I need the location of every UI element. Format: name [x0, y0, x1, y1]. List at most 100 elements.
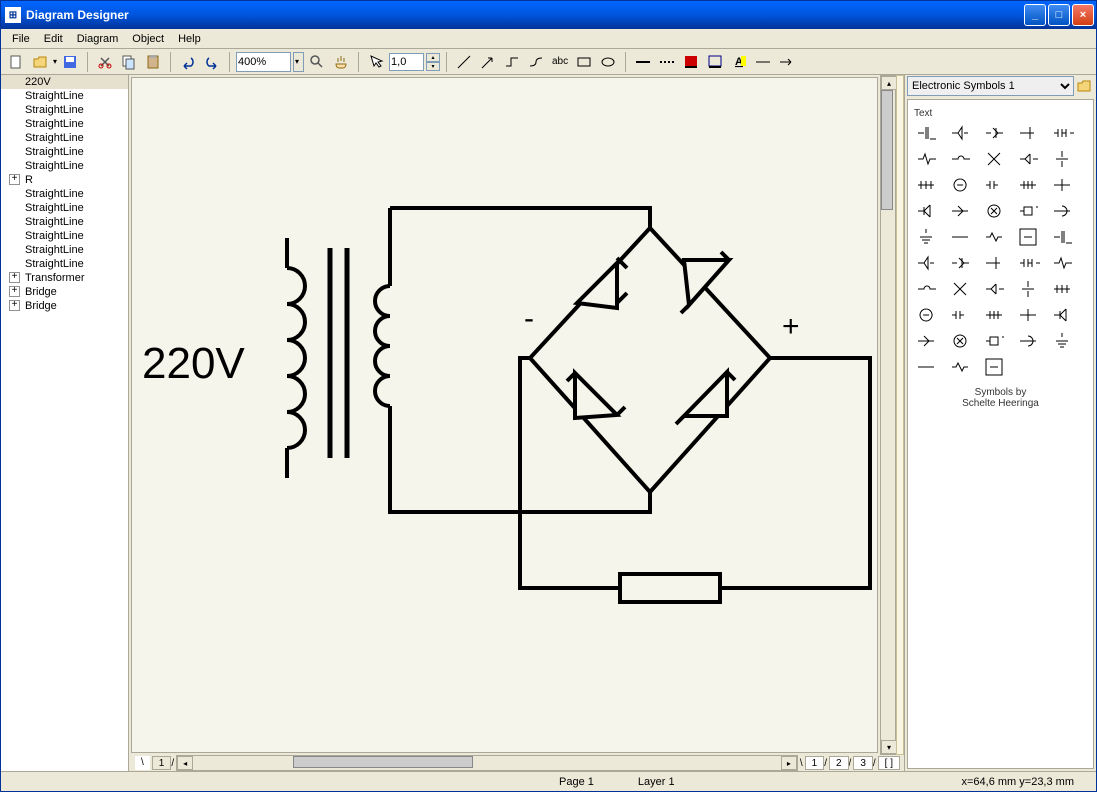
tree-item[interactable]: R [1, 173, 128, 187]
palette-symbol[interactable] [914, 305, 938, 325]
page-tab-1b[interactable]: 1 [805, 756, 825, 770]
palette-symbol[interactable] [914, 201, 938, 221]
spinner-down[interactable]: ▾ [426, 62, 440, 71]
copy-button[interactable] [118, 51, 140, 73]
page-tab-3[interactable]: 3 [853, 756, 873, 770]
maximize-button[interactable]: □ [1048, 4, 1070, 26]
canvas-v-scrollbar[interactable]: ▴ ▾ [880, 75, 896, 755]
palette-symbol[interactable] [1016, 279, 1040, 299]
menu-object[interactable]: Object [125, 31, 171, 47]
canvas-h-scrollbar[interactable]: ◂ ▸ [176, 755, 798, 771]
palette-symbol[interactable] [982, 279, 1006, 299]
palette-symbol[interactable] [1050, 331, 1074, 351]
ellipse-tool-button[interactable] [597, 51, 619, 73]
zoom-tool-button[interactable] [306, 51, 328, 73]
palette-symbol[interactable] [948, 357, 972, 377]
palette-symbol[interactable] [1050, 305, 1074, 325]
tree-item[interactable]: Transformer [1, 271, 128, 285]
palette-symbol[interactable] [982, 201, 1006, 221]
tree-item[interactable]: StraightLine [1, 187, 128, 201]
tree-item[interactable]: StraightLine [1, 257, 128, 271]
menu-help[interactable]: Help [171, 31, 208, 47]
palette-symbol[interactable] [948, 253, 972, 273]
fill-color-button[interactable] [680, 51, 702, 73]
line-tool-button[interactable] [453, 51, 475, 73]
palette-symbol[interactable] [914, 149, 938, 169]
palette-symbol[interactable] [1050, 149, 1074, 169]
page-tab-2[interactable]: 2 [829, 756, 849, 770]
tree-item[interactable]: StraightLine [1, 243, 128, 257]
tree-item[interactable]: Bridge [1, 285, 128, 299]
palette-symbol[interactable] [914, 253, 938, 273]
palette-symbol[interactable] [1016, 149, 1040, 169]
palette-symbol[interactable] [914, 123, 938, 143]
page-tab-add[interactable]: [ ] [878, 756, 900, 770]
page-tab-1[interactable]: 1 [152, 756, 172, 770]
palette-symbol[interactable] [982, 357, 1006, 377]
palette-symbol[interactable] [982, 331, 1006, 351]
page-tab-leading[interactable]: \ [135, 756, 150, 770]
palette-symbol[interactable] [948, 201, 972, 221]
palette-symbol[interactable] [914, 357, 938, 377]
palette-select[interactable]: Electronic Symbols 1 [907, 76, 1074, 96]
palette-symbol[interactable] [948, 123, 972, 143]
symbol-palette[interactable]: Text Symbols by Schelte Heeringa [907, 99, 1094, 769]
arrow-start-button[interactable] [752, 51, 774, 73]
open-button[interactable] [29, 51, 51, 73]
object-tree-panel[interactable]: 220VStraightLineStraightLineStraightLine… [1, 75, 129, 771]
palette-symbol[interactable] [914, 175, 938, 195]
new-button[interactable] [5, 51, 27, 73]
connector2-button[interactable] [525, 51, 547, 73]
zoom-select[interactable] [236, 52, 291, 72]
palette-symbol[interactable] [948, 175, 972, 195]
palette-symbol[interactable] [1050, 201, 1074, 221]
palette-symbol[interactable] [982, 149, 1006, 169]
tree-item[interactable]: StraightLine [1, 145, 128, 159]
menu-edit[interactable]: Edit [37, 31, 70, 47]
palette-symbol[interactable] [914, 227, 938, 247]
tree-item[interactable]: StraightLine [1, 229, 128, 243]
palette-symbol[interactable] [914, 331, 938, 351]
linestyle1-button[interactable] [632, 51, 654, 73]
palette-symbol[interactable] [914, 279, 938, 299]
palette-symbol[interactable] [982, 253, 1006, 273]
tree-item[interactable]: StraightLine [1, 103, 128, 117]
palette-symbol[interactable] [1016, 253, 1040, 273]
tree-item[interactable]: StraightLine [1, 159, 128, 173]
palette-symbol[interactable] [982, 123, 1006, 143]
palette-symbol[interactable] [1050, 175, 1074, 195]
line-color-button[interactable] [704, 51, 726, 73]
palette-symbol[interactable] [948, 149, 972, 169]
paste-button[interactable] [142, 51, 164, 73]
tree-item[interactable]: StraightLine [1, 215, 128, 229]
palette-symbol[interactable] [982, 305, 1006, 325]
tree-item[interactable]: StraightLine [1, 89, 128, 103]
rect-tool-button[interactable] [573, 51, 595, 73]
arrow-end-button[interactable] [776, 51, 798, 73]
undo-button[interactable] [177, 51, 199, 73]
spinner-up[interactable]: ▴ [426, 53, 440, 62]
palette-symbol[interactable] [948, 305, 972, 325]
palette-symbol[interactable] [1050, 279, 1074, 299]
canvas[interactable]: 220V - + [131, 77, 878, 753]
palette-symbol[interactable] [982, 227, 1006, 247]
tree-item[interactable]: 220V [1, 75, 128, 89]
palette-open-button[interactable] [1074, 76, 1094, 96]
collapsed-panel-handle[interactable] [896, 75, 904, 755]
palette-symbol[interactable] [1016, 201, 1040, 221]
pan-tool-button[interactable] [330, 51, 352, 73]
tree-item[interactable]: StraightLine [1, 201, 128, 215]
arrow-tool-button[interactable] [477, 51, 499, 73]
text-color-button[interactable]: A [728, 51, 750, 73]
connector1-button[interactable] [501, 51, 523, 73]
tree-item[interactable]: StraightLine [1, 117, 128, 131]
save-button[interactable] [59, 51, 81, 73]
linestyle2-button[interactable] [656, 51, 678, 73]
menu-diagram[interactable]: Diagram [70, 31, 126, 47]
tree-item[interactable]: Bridge [1, 299, 128, 313]
redo-button[interactable] [201, 51, 223, 73]
palette-symbol[interactable] [948, 279, 972, 299]
palette-symbol[interactable] [948, 331, 972, 351]
palette-symbol[interactable] [1050, 123, 1074, 143]
line-width-input[interactable] [389, 53, 424, 71]
